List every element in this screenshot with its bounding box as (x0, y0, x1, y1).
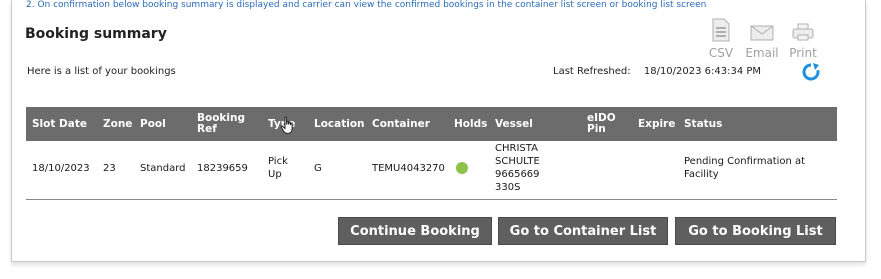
hand-cursor-icon (280, 116, 293, 134)
col-booking-ref[interactable]: Booking Ref (197, 107, 249, 141)
last-refreshed-value: 18/10/2023 6:43:34 PM (643, 66, 762, 77)
print-label: Print (789, 46, 817, 60)
email-icon (750, 25, 774, 41)
page-title: Booking summary (25, 26, 167, 42)
col-slot-date[interactable]: Slot Date (32, 107, 87, 141)
cell-status: Pending Confirmation at Facility (684, 156, 806, 180)
last-refreshed-label: Last Refreshed: (553, 66, 631, 77)
go-to-container-list-button[interactable]: Go to Container List (498, 217, 668, 245)
email-label: Email (745, 46, 779, 60)
continue-booking-button[interactable]: Continue Booking (338, 217, 492, 245)
col-eido-pin[interactable]: eIDO Pin (587, 107, 623, 141)
col-container[interactable]: Container (372, 107, 430, 141)
col-vessel[interactable]: Vessel (495, 107, 533, 141)
hold-status-indicator (456, 162, 468, 174)
col-expire[interactable]: Expire (638, 107, 675, 141)
printer-icon (792, 23, 814, 41)
cell-container: TEMU4043270 (372, 163, 445, 174)
col-location[interactable]: Location (314, 107, 365, 141)
cell-zone: 23 (103, 163, 116, 174)
col-holds[interactable]: Holds (454, 107, 487, 141)
cell-location: G (314, 163, 322, 174)
instruction-text: 2. On confirmation below booking summary… (26, 0, 707, 10)
col-pool[interactable]: Pool (140, 107, 166, 141)
col-status[interactable]: Status (684, 107, 722, 141)
bookings-subtitle: Here is a list of your bookings (27, 66, 176, 77)
col-zone[interactable]: Zone (103, 107, 132, 141)
csv-export-button[interactable]: CSV (704, 18, 738, 60)
last-refreshed: Last Refreshed: 18/10/2023 6:43:34 PM (553, 66, 761, 77)
refresh-icon[interactable] (801, 62, 821, 82)
table-row[interactable]: 18/10/2023 23 Standard 18239659 Pick Up … (26, 141, 837, 200)
csv-label: CSV (708, 46, 734, 60)
csv-icon (712, 18, 730, 42)
table-header: Slot Date Zone Pool Booking Ref Type Loc… (26, 107, 837, 141)
bookings-table: Slot Date Zone Pool Booking Ref Type Loc… (26, 107, 837, 200)
cell-booking-ref: 18239659 (197, 163, 248, 174)
print-button[interactable]: Print (786, 18, 820, 60)
cell-slot-date: 18/10/2023 (32, 163, 90, 174)
cell-vessel: CHRISTA SCHULTE 9665669 330S (495, 143, 540, 193)
cell-pool: Standard (140, 163, 186, 174)
go-to-booking-list-button[interactable]: Go to Booking List (675, 217, 836, 245)
cell-type: Pick Up (268, 156, 288, 180)
email-button[interactable]: Email (745, 18, 779, 60)
